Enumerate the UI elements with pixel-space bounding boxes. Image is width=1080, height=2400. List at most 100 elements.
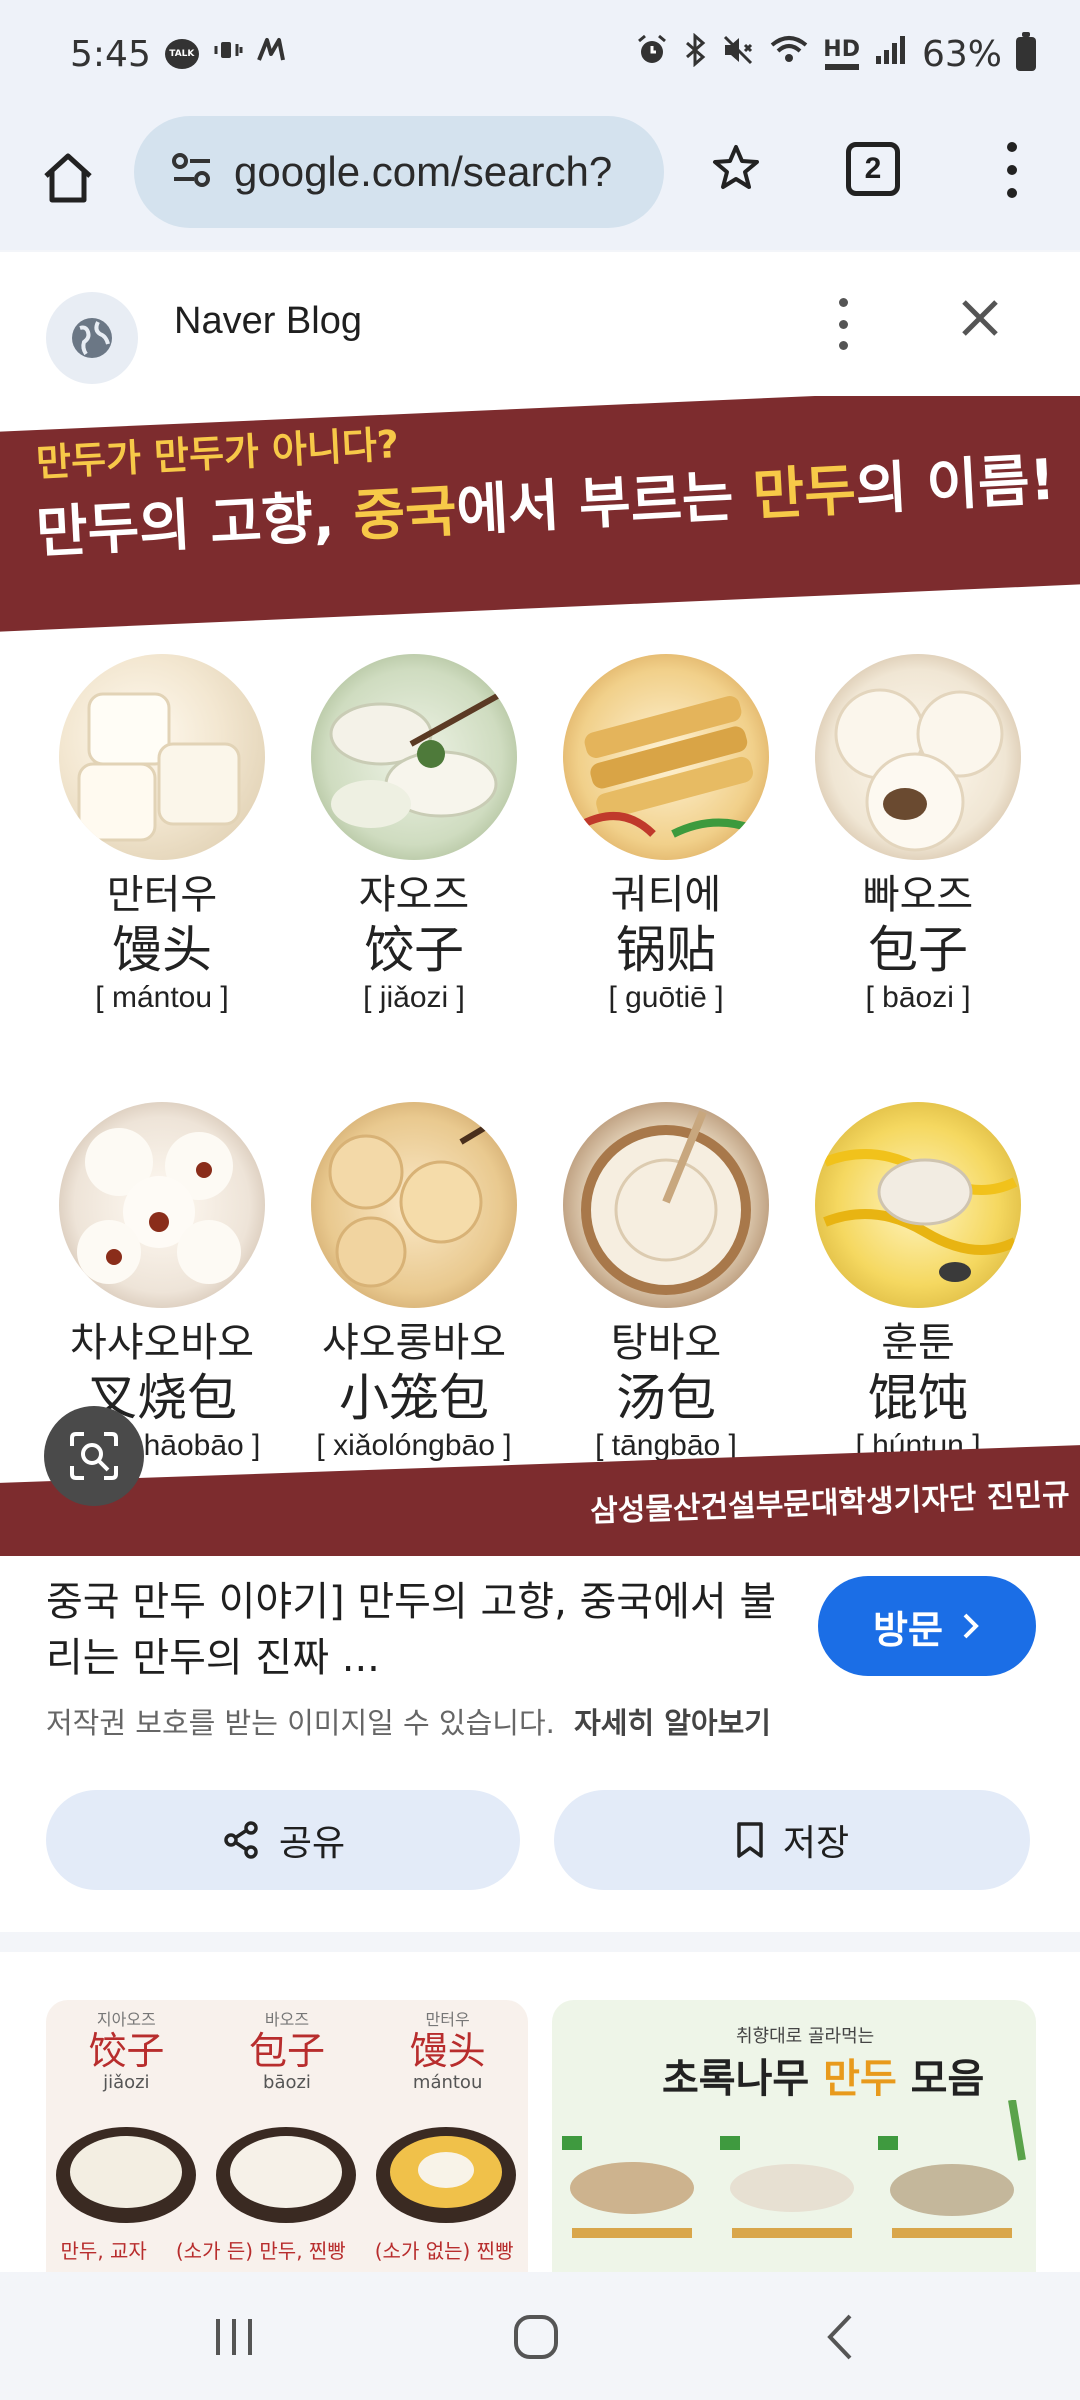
source-site-name[interactable]: Naver Blog xyxy=(174,300,362,343)
recent-apps-button[interactable] xyxy=(194,2302,274,2372)
site-settings-icon[interactable] xyxy=(170,150,214,194)
battery-percent: 63% xyxy=(921,33,1002,75)
talk-icon: TALK xyxy=(164,39,199,69)
food-photo xyxy=(311,654,517,860)
close-button[interactable] xyxy=(952,294,1008,350)
home-circle-icon xyxy=(514,2315,558,2359)
banner-title-part: 만두의 고향, xyxy=(34,484,356,566)
status-bar: 5:45 TALK HD 63% xyxy=(0,0,1080,108)
korean-name: 탕바오 xyxy=(610,1320,722,1366)
korean-name: 만터우 xyxy=(106,872,218,918)
status-time: 5:45 xyxy=(70,33,151,75)
thumb-title-part: 초록나무 xyxy=(662,2056,824,2102)
home-icon xyxy=(44,153,92,203)
chevron-right-icon xyxy=(963,1613,979,1639)
korean-name: 쟈오즈 xyxy=(358,872,470,918)
tab-switcher-button[interactable]: 2 xyxy=(846,142,900,196)
pinyin: [ guōtiē ] xyxy=(608,981,724,1014)
result-title[interactable]: 중국 만두 이야기] 만두의 고향, 중국에서 불리는 만두의 진짜 ... xyxy=(46,1574,786,1686)
learn-more-link[interactable]: 자세히 알아보기 xyxy=(574,1706,771,1740)
dumpling-card: 훈툰 馄饨 [ húntun ] xyxy=(792,1102,1044,1464)
save-button[interactable]: 저장 xyxy=(554,1790,1030,1890)
thumb-label: 만터우 馒头 mántou xyxy=(410,2006,486,2093)
chinese-name: 小笼包 xyxy=(339,1369,489,1427)
panel-header: Naver Blog xyxy=(0,252,1080,396)
food-photo xyxy=(563,1102,769,1308)
chinese-name: 锅贴 xyxy=(616,921,716,979)
related-image-thumbnail[interactable]: 취향대로 골라먹는 초록나무 만두 모음 xyxy=(552,2000,1036,2272)
thumb-title-highlight: 만두 xyxy=(823,2056,897,2102)
food-photo xyxy=(815,654,1021,860)
dot xyxy=(1007,188,1017,198)
more-options-button[interactable] xyxy=(828,298,858,350)
close-icon xyxy=(962,300,998,336)
pinyin: [ xiǎolóngbāo ] xyxy=(316,1429,512,1462)
dot xyxy=(838,298,848,307)
status-right: HD 63% xyxy=(635,32,1036,76)
save-label: 저장 xyxy=(782,1823,850,1864)
thumb-title-part: 모음 xyxy=(896,2056,985,2102)
food-photo xyxy=(59,1102,265,1308)
pinyin: [ mántou ] xyxy=(95,981,229,1014)
copyright-notice: 저작권 보호를 받는 이미지일 수 있습니다. 자세히 알아보기 xyxy=(46,1700,771,1742)
korean-name: 훈툰 xyxy=(881,1320,955,1366)
battery-icon xyxy=(1016,32,1036,71)
thumb-label-korean: 바오즈 xyxy=(264,2010,310,2029)
alarm-icon xyxy=(635,33,669,76)
system-nav-bar xyxy=(0,2272,1080,2400)
result-image[interactable]: 만두가 만두가 아니다? 만두의 고향, 중국에서 부르는 만두의 이름! 만터… xyxy=(0,396,1080,1556)
browser-menu-button[interactable] xyxy=(990,138,1034,202)
thumb-title: 초록나무 만두 모음 xyxy=(662,2046,984,2104)
thumb-label-pinyin: mántou xyxy=(412,2072,483,2093)
dumpling-card: 탕바오 汤包 [ tāngbāo ] xyxy=(540,1102,792,1464)
voice-glyph xyxy=(824,63,859,70)
banner-title-highlight: 만두 xyxy=(751,458,858,529)
browser-toolbar: google.com/search? 2 xyxy=(0,108,1080,250)
related-images: 지아오즈 饺子 jiǎozi 바오즈 包子 bāozi 만터우 馒头 mánto… xyxy=(0,1952,1080,2272)
bookmark-button[interactable] xyxy=(704,136,768,200)
status-left: 5:45 TALK xyxy=(70,34,289,75)
address-bar[interactable]: google.com/search? xyxy=(134,116,664,228)
back-icon xyxy=(827,2314,852,2360)
thumb-subtitle: 취향대로 골라먹는 xyxy=(736,2026,875,2047)
dot xyxy=(838,341,848,350)
hd-label: HD xyxy=(823,36,860,62)
korean-name: 차샤오바오 xyxy=(70,1320,254,1366)
food-photo xyxy=(815,1102,1021,1308)
banner-title-part: 에서 부르는 xyxy=(454,463,755,544)
thumb-label-pinyin: bāozi xyxy=(263,2072,311,2093)
lens-icon xyxy=(70,1432,118,1480)
dumpling-products-photo xyxy=(562,2100,1026,2238)
thumb-label-pinyin: jiǎozi xyxy=(103,2072,150,2093)
image-viewer-panel: Naver Blog 만두가 만두가 아니다? 만두의 고향, 중국에서 부르는… xyxy=(0,252,1080,1932)
thumb-label: 지아오즈 饺子 jiǎozi xyxy=(88,2006,164,2093)
banner-title-highlight: 중국 xyxy=(352,479,459,550)
bluetooth-icon xyxy=(683,32,707,76)
dumpling-card: 만터우 馒头 [ mántou ] xyxy=(36,654,288,1016)
dumpling-card: 쟈오즈 饺子 [ jiǎozi ] xyxy=(288,654,540,1016)
visit-button[interactable]: 방문 xyxy=(818,1576,1036,1676)
korean-name: 빠오즈 xyxy=(862,872,974,918)
back-button[interactable] xyxy=(800,2302,880,2372)
visit-label: 방문 xyxy=(873,1607,943,1652)
url-text: google.com/search? xyxy=(234,148,613,195)
dumpling-card: 빠오즈 包子 [ bāozi ] xyxy=(792,654,1044,1016)
copyright-text: 저작권 보호를 받는 이미지일 수 있습니다. xyxy=(46,1706,555,1740)
lens-search-button[interactable] xyxy=(44,1406,144,1506)
home-nav-button[interactable] xyxy=(496,2302,576,2372)
food-photo xyxy=(563,654,769,860)
share-icon xyxy=(224,1821,258,1859)
thumb-captions: 만두, 교자 (소가 든) 만두, 찐빵 (소가 없는) 찐빵 xyxy=(46,2235,528,2264)
thumb-label-korean: 지아오즈 xyxy=(96,2010,156,2029)
related-image-thumbnail[interactable]: 지아오즈 饺子 jiǎozi 바오즈 包子 bāozi 만터우 馒头 mánto… xyxy=(46,2000,528,2272)
pinyin: [ bāozi ] xyxy=(865,981,971,1014)
share-button[interactable]: 공유 xyxy=(46,1790,520,1890)
food-photo xyxy=(311,1102,517,1308)
bookmark-icon xyxy=(737,1822,763,1858)
wifi-icon xyxy=(769,33,809,76)
m-icon xyxy=(256,36,289,72)
thumb-label-korean: 만터우 xyxy=(425,2010,470,2029)
food-photo xyxy=(59,654,265,860)
home-button[interactable] xyxy=(36,146,100,210)
dumpling-card: 샤오롱바오 小笼包 [ xiǎolóngbāo ] xyxy=(288,1102,540,1464)
